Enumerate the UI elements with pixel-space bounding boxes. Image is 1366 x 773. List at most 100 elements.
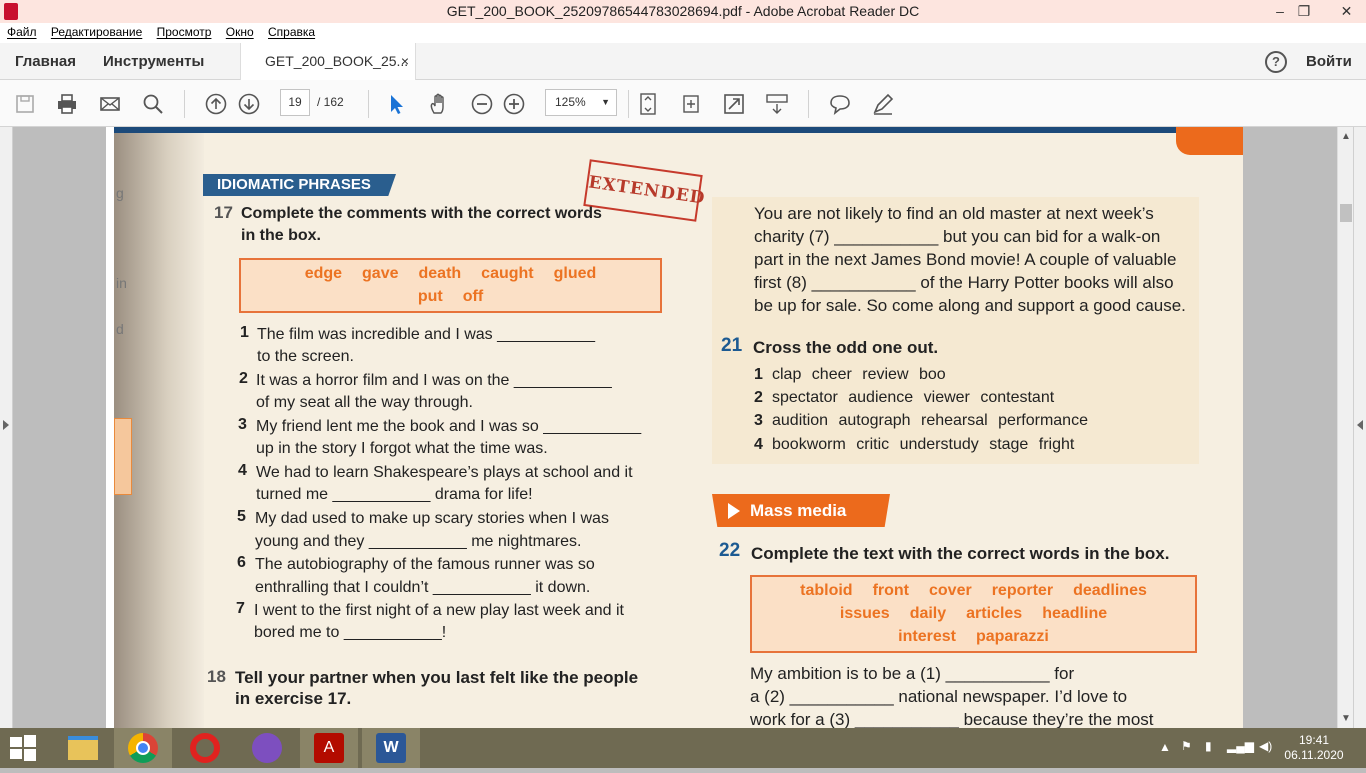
taskbar: A W ▲ ⚑ ▮ ▂▄▆ ◀) 19:41 06.11.2020: [0, 728, 1366, 768]
window-title: GET_200_BOOK_2520978654478302869​4.pdf -…: [446, 3, 920, 19]
section-header: IDIOMATIC PHRASES: [203, 174, 396, 196]
exercise-title: Complete the text with the correct words…: [751, 544, 1170, 563]
page-number-input[interactable]: 19: [280, 89, 310, 116]
chrome-icon: [128, 733, 158, 763]
chrome-button[interactable]: [114, 728, 172, 768]
save-icon[interactable]: [13, 92, 37, 116]
word-box: edge gave death caught glued put off: [239, 258, 662, 313]
expand-left-icon: [3, 420, 9, 430]
word-button[interactable]: W: [362, 728, 420, 768]
tab-document[interactable]: GET_200_BOOK_25... ×: [240, 43, 416, 81]
exercise-title: in the box.: [241, 227, 321, 244]
right-panel-toggle[interactable]: [1353, 127, 1366, 728]
fullscreen-icon[interactable]: [722, 92, 746, 116]
login-button[interactable]: Войти: [1306, 43, 1352, 80]
zoom-select[interactable]: 125% ▼: [545, 89, 617, 116]
page-down-icon[interactable]: [237, 92, 261, 116]
viber-icon: [252, 733, 282, 763]
battery-icon[interactable]: ▮: [1205, 739, 1212, 753]
clock-date: 06.11.2020: [1284, 748, 1344, 762]
clock[interactable]: 19:41 06.11.2020: [1284, 733, 1344, 763]
document-viewer: g in d IDIOMATIC PHRASES EXTENDED 17 Com…: [0, 127, 1366, 728]
rotate-icon[interactable]: [679, 92, 703, 116]
list-item: audition autograph rehearsal performance: [772, 412, 1088, 429]
viber-button[interactable]: [238, 728, 296, 768]
menu-file[interactable]: Файл: [3, 23, 41, 39]
chevron-up-icon[interactable]: ▲: [1159, 740, 1171, 754]
scroll-down-icon[interactable]: ▼: [1341, 713, 1351, 724]
list-item: to the screen.: [257, 348, 354, 365]
close-window-button[interactable]: ✕: [1327, 0, 1366, 23]
list-item: bored me to ___________!: [254, 624, 447, 641]
menu-help[interactable]: Справка: [264, 23, 319, 39]
acrobat-button[interactable]: A: [300, 728, 358, 768]
menu-window[interactable]: Окно: [222, 23, 258, 39]
list-item: It was a horror film and I was on the __…: [256, 372, 612, 389]
scroll-up-icon[interactable]: ▲: [1341, 131, 1351, 142]
scroll-mode-icon[interactable]: [765, 92, 789, 116]
clock-time: 19:41: [1298, 733, 1330, 747]
left-panel-toggle[interactable]: [0, 127, 13, 728]
print-icon[interactable]: [55, 92, 79, 116]
exercise-title: Cross the odd one out.: [753, 338, 939, 357]
toolbar: [0, 80, 1366, 127]
file-explorer-button[interactable]: [54, 728, 112, 768]
list-item: My dad used to make up scary stories whe…: [255, 510, 609, 527]
select-tool-icon[interactable]: [384, 92, 408, 116]
list-item: clap cheer review boo: [772, 366, 946, 383]
opera-icon: [190, 733, 220, 763]
word-icon: W: [376, 733, 406, 763]
help-icon[interactable]: ?: [1265, 51, 1287, 73]
list-item: enthralling that I couldn’t ___________ …: [255, 579, 591, 596]
exercise-title: in exercise 17.: [235, 689, 352, 708]
scroll-thumb[interactable]: [1340, 204, 1352, 222]
email-icon[interactable]: [98, 92, 122, 116]
menu-bar: Файл Редактирование Просмотр Окно Справк…: [0, 23, 1366, 43]
word-box: tabloid front cover reporter deadlines issue…: [750, 575, 1197, 653]
windows-icon: [10, 735, 36, 761]
list-item: I went to the first night of a new play …: [254, 602, 624, 619]
menu-edit[interactable]: Редактирование: [47, 23, 146, 39]
highlight-pen-icon[interactable]: [871, 92, 895, 116]
tab-document-label: GET_200_BOOK_25...: [265, 53, 409, 69]
tab-home[interactable]: Главная: [15, 43, 76, 80]
flag-icon[interactable]: ⚑: [1181, 739, 1192, 753]
list-item: The film was incredible and I was ______…: [257, 326, 595, 343]
signal-icon[interactable]: ▂▄▆: [1227, 739, 1254, 753]
expand-right-icon: [1357, 420, 1363, 430]
exercise-title: Tell your partner when you last felt lik…: [235, 668, 639, 687]
acrobat-icon: A: [314, 733, 344, 763]
list-item: We had to learn Shakespeare’s plays at s…: [256, 464, 633, 481]
maximize-button[interactable]: ❐: [1289, 0, 1319, 23]
exercise-number: 18: [207, 667, 226, 686]
vertical-scrollbar[interactable]: ▲ ▼: [1337, 127, 1353, 728]
exercise-title: Complete the comments with the correct w…: [241, 205, 602, 222]
folder-icon: [68, 736, 98, 760]
list-item: up in the story I forgot what the time w…: [256, 440, 548, 457]
comment-icon[interactable]: [828, 92, 852, 116]
pdf-page: g in d IDIOMATIC PHRASES EXTENDED 17 Com…: [106, 127, 1243, 728]
list-item: bookworm critic understudy stage fright: [772, 436, 1075, 453]
tab-bar: Главная Инструменты GET_200_BOOK_25... ×…: [0, 43, 1366, 81]
menu-view[interactable]: Просмотр: [153, 23, 216, 39]
exercise-number: 22: [719, 540, 741, 561]
page-total: / 162: [317, 95, 344, 109]
chevron-down-icon: ▼: [601, 97, 610, 107]
side-tab-box: [114, 418, 132, 495]
list-item: My friend lent me the book and I was so …: [256, 418, 642, 435]
zoom-in-icon[interactable]: [502, 92, 526, 116]
fit-page-icon[interactable]: [636, 92, 660, 116]
play-arrow-icon: [728, 503, 740, 519]
close-tab-icon[interactable]: ×: [401, 43, 409, 80]
list-item: turned me ___________ drama for life!: [256, 486, 533, 503]
start-button[interactable]: [0, 728, 46, 768]
opera-button[interactable]: [176, 728, 234, 768]
volume-icon[interactable]: ◀): [1259, 739, 1272, 753]
search-icon[interactable]: [141, 92, 165, 116]
zoom-value: 125%: [555, 95, 586, 109]
section-banner: Mass media: [712, 494, 890, 527]
hand-tool-icon[interactable]: [427, 92, 451, 116]
page-up-icon[interactable]: [204, 92, 228, 116]
zoom-out-icon[interactable]: [470, 92, 494, 116]
tab-tools[interactable]: Инструменты: [103, 43, 204, 80]
